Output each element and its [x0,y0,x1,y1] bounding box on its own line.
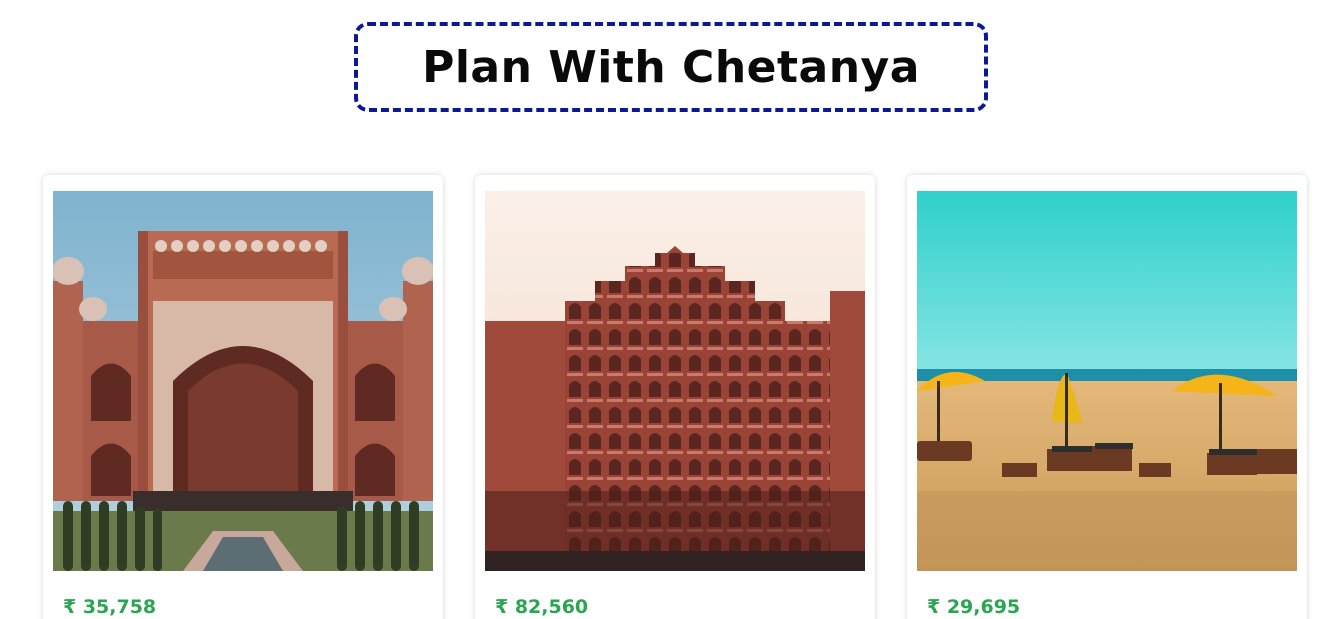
tour-card-image[interactable] [485,191,865,571]
hawa-mahal-photo [485,191,865,571]
tour-card-image[interactable] [53,191,433,571]
tour-card[interactable]: ₹ 29,695 [907,175,1307,619]
page-title-box: Plan With Chetanya [354,22,988,112]
tour-card-image[interactable] [917,191,1297,571]
tour-price: ₹ 35,758 [63,596,157,618]
tour-card-list: ₹ 35,758 ₹ 82,560 ₹ 29,695 [43,175,1307,619]
beach-umbrellas-photo [917,191,1297,571]
tour-card[interactable]: ₹ 35,758 [43,175,443,619]
page-title: Plan With Chetanya [422,41,920,93]
tour-price: ₹ 82,560 [495,596,589,618]
page: Plan With Chetanya ₹ 35,758 ₹ 82,560 ₹ 2… [0,0,1338,619]
tour-price: ₹ 29,695 [927,596,1021,618]
tour-card[interactable]: ₹ 82,560 [475,175,875,619]
taj-mahal-gate-photo [53,191,433,571]
